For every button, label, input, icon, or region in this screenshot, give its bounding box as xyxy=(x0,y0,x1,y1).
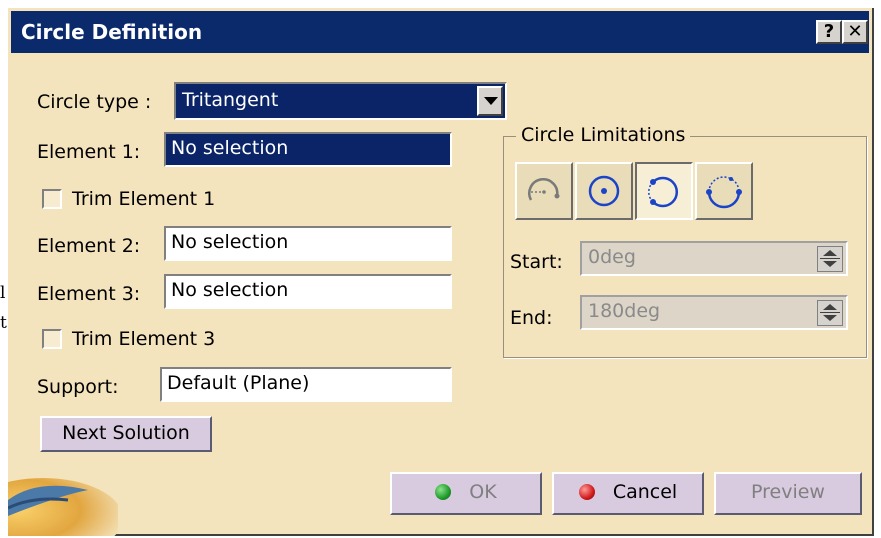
partial-arc-button[interactable] xyxy=(515,162,573,220)
circle-type-dropdown[interactable]: Tritangent xyxy=(174,82,507,120)
ok-label: OK xyxy=(469,481,497,503)
trim-element3-label: Trim Element 3 xyxy=(72,328,216,350)
chevron-down-icon[interactable] xyxy=(477,86,503,116)
circle-type-label: Circle type : xyxy=(37,91,152,113)
help-button[interactable]: ? xyxy=(816,20,842,44)
element1-field[interactable]: No selection xyxy=(164,132,452,167)
support-label: Support: xyxy=(37,376,119,398)
element3-field[interactable]: No selection xyxy=(164,274,452,309)
background-text-1: l xyxy=(0,283,6,303)
end-spinner[interactable]: 180deg xyxy=(580,295,848,330)
end-value: 180deg xyxy=(588,300,661,322)
element1-label: Element 1: xyxy=(37,141,141,163)
trim-element3-checkbox[interactable] xyxy=(42,329,62,349)
background-text-2: t xyxy=(0,313,7,333)
globe-decoration-icon xyxy=(8,456,118,536)
ok-button[interactable]: OK xyxy=(390,472,542,515)
title-bar: Circle Definition ? ✕ xyxy=(11,11,869,53)
next-solution-button[interactable]: Next Solution xyxy=(40,416,212,452)
element3-label: Element 3: xyxy=(37,283,141,305)
end-stepper-icon[interactable] xyxy=(817,300,843,326)
preview-button[interactable]: Preview xyxy=(714,472,862,515)
start-value: 0deg xyxy=(588,246,636,268)
trim-element1-label: Trim Element 1 xyxy=(72,188,216,210)
element2-label: Element 2: xyxy=(37,235,141,257)
cancel-icon xyxy=(578,484,595,500)
start-spinner[interactable]: 0deg xyxy=(580,241,848,276)
trim-element1-checkbox[interactable] xyxy=(42,189,62,209)
trimmed-circle-button[interactable] xyxy=(635,162,693,220)
ok-icon xyxy=(435,484,452,500)
cancel-button[interactable]: Cancel xyxy=(552,472,704,515)
circle-type-value: Tritangent xyxy=(182,89,279,111)
cancel-label: Cancel xyxy=(612,481,678,503)
element2-field[interactable]: No selection xyxy=(164,226,452,261)
full-circle-button[interactable] xyxy=(575,162,633,220)
support-field[interactable]: Default (Plane) xyxy=(160,367,452,402)
close-button[interactable]: ✕ xyxy=(842,20,868,44)
start-stepper-icon[interactable] xyxy=(817,246,843,272)
dialog-title: Circle Definition xyxy=(21,20,203,44)
circle-limitations-title: Circle Limitations xyxy=(516,124,691,146)
circle-limitations-group: Circle Limitations Start: 0deg End: 180d… xyxy=(503,124,867,358)
circle-definition-dialog: Circle Definition ? ✕ Circle type : Trit… xyxy=(8,8,874,536)
end-label: End: xyxy=(510,307,553,329)
complementary-arc-button[interactable] xyxy=(695,162,753,220)
start-label: Start: xyxy=(510,251,563,273)
